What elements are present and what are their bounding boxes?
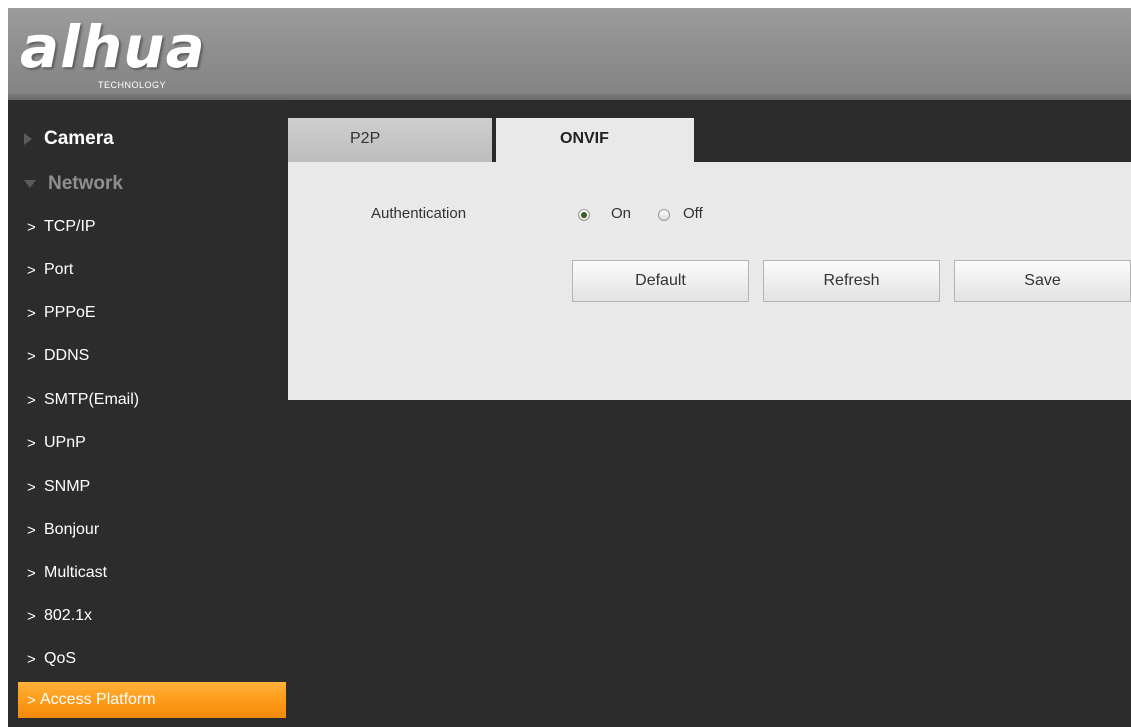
chevron-right-icon: > xyxy=(27,521,36,539)
authentication-label: Authentication xyxy=(371,205,467,222)
chevron-right-icon: > xyxy=(27,218,36,236)
sidebar-item-label: TCP/IP xyxy=(44,218,96,235)
sidebar-item-label: UPnP xyxy=(44,434,86,451)
sidebar-section-label: Network xyxy=(48,173,123,194)
sidebar-item-access-platform[interactable]: > Access Platform xyxy=(18,682,286,718)
triangle-down-icon xyxy=(24,180,36,188)
logo-subtext: TECHNOLOGY xyxy=(98,80,167,90)
sidebar-item-label: PPPoE xyxy=(44,304,96,321)
sidebar-item-port[interactable]: > Port xyxy=(22,254,286,286)
tab-p2p[interactable]: P2P xyxy=(288,118,492,162)
content-area: Camera Network > TCP/IP > Port > PPPoE >… xyxy=(8,100,1131,727)
sidebar-item-802-1x[interactable]: > 802.1x xyxy=(22,600,286,632)
sidebar-item-qos[interactable]: > QoS xyxy=(22,643,286,675)
sidebar-item-smtp-email[interactable]: > SMTP(Email) xyxy=(22,384,286,416)
tab-onvif[interactable]: ONVIF xyxy=(496,118,694,162)
sidebar-item-label: SMTP(Email) xyxy=(44,391,140,408)
sidebar-item-pppoe[interactable]: > PPPoE xyxy=(22,297,286,329)
sidebar-section-camera[interactable]: Camera xyxy=(24,124,114,154)
sidebar-item-label: Bonjour xyxy=(44,521,100,538)
authentication-on-radio[interactable] xyxy=(578,209,590,221)
save-button[interactable]: Save xyxy=(954,260,1131,302)
sidebar-item-snmp[interactable]: > SNMP xyxy=(22,471,286,503)
logo-wordmark: alhua xyxy=(20,13,206,81)
chevron-right-icon: > xyxy=(27,304,36,322)
default-button[interactable]: Default xyxy=(572,260,749,302)
sidebar-item-multicast[interactable]: > Multicast xyxy=(22,557,286,589)
sidebar-item-label: Port xyxy=(44,261,74,278)
tab-bar: P2P ONVIF xyxy=(288,118,1131,162)
triangle-right-icon xyxy=(24,133,32,145)
sidebar-item-label: Multicast xyxy=(44,564,108,581)
chevron-right-icon: > xyxy=(27,607,36,625)
sidebar: Camera Network > TCP/IP > Port > PPPoE >… xyxy=(8,100,288,727)
sidebar-item-label: 802.1x xyxy=(44,607,93,624)
authentication-off-radio[interactable] xyxy=(658,209,670,221)
onvif-settings-panel: Authentication On Off Default Refresh Sa… xyxy=(288,162,1131,400)
chevron-right-icon: > xyxy=(27,347,36,365)
main-panel: P2P ONVIF Authentication On Off Default … xyxy=(288,118,1131,400)
chevron-right-icon: > xyxy=(27,478,36,496)
tab-label: P2P xyxy=(350,130,381,147)
sidebar-item-label: QoS xyxy=(44,650,77,667)
chevron-right-icon: > xyxy=(27,564,36,582)
authentication-on-label[interactable]: On xyxy=(611,205,631,222)
brand-logo: alhua TECHNOLOGY xyxy=(20,16,280,96)
sidebar-item-label: SNMP xyxy=(44,478,91,495)
chevron-right-icon: > xyxy=(27,691,36,709)
sidebar-item-tcp-ip[interactable]: > TCP/IP xyxy=(22,211,286,243)
sidebar-item-label: Access Platform xyxy=(40,691,156,708)
sidebar-item-upnp[interactable]: > UPnP xyxy=(22,427,286,459)
refresh-button[interactable]: Refresh xyxy=(763,260,940,302)
sidebar-section-network[interactable]: Network xyxy=(24,169,123,199)
sidebar-item-ddns[interactable]: > DDNS xyxy=(22,340,286,372)
sidebar-section-label: Camera xyxy=(44,128,114,149)
header-bar: alhua TECHNOLOGY xyxy=(8,8,1131,100)
chevron-right-icon: > xyxy=(27,391,36,409)
sidebar-item-bonjour[interactable]: > Bonjour xyxy=(22,514,286,546)
sidebar-item-label: DDNS xyxy=(44,347,90,364)
chevron-right-icon: > xyxy=(27,434,36,452)
tab-label: ONVIF xyxy=(560,130,609,147)
chevron-right-icon: > xyxy=(27,650,36,668)
chevron-right-icon: > xyxy=(27,261,36,279)
authentication-off-label[interactable]: Off xyxy=(683,205,703,222)
